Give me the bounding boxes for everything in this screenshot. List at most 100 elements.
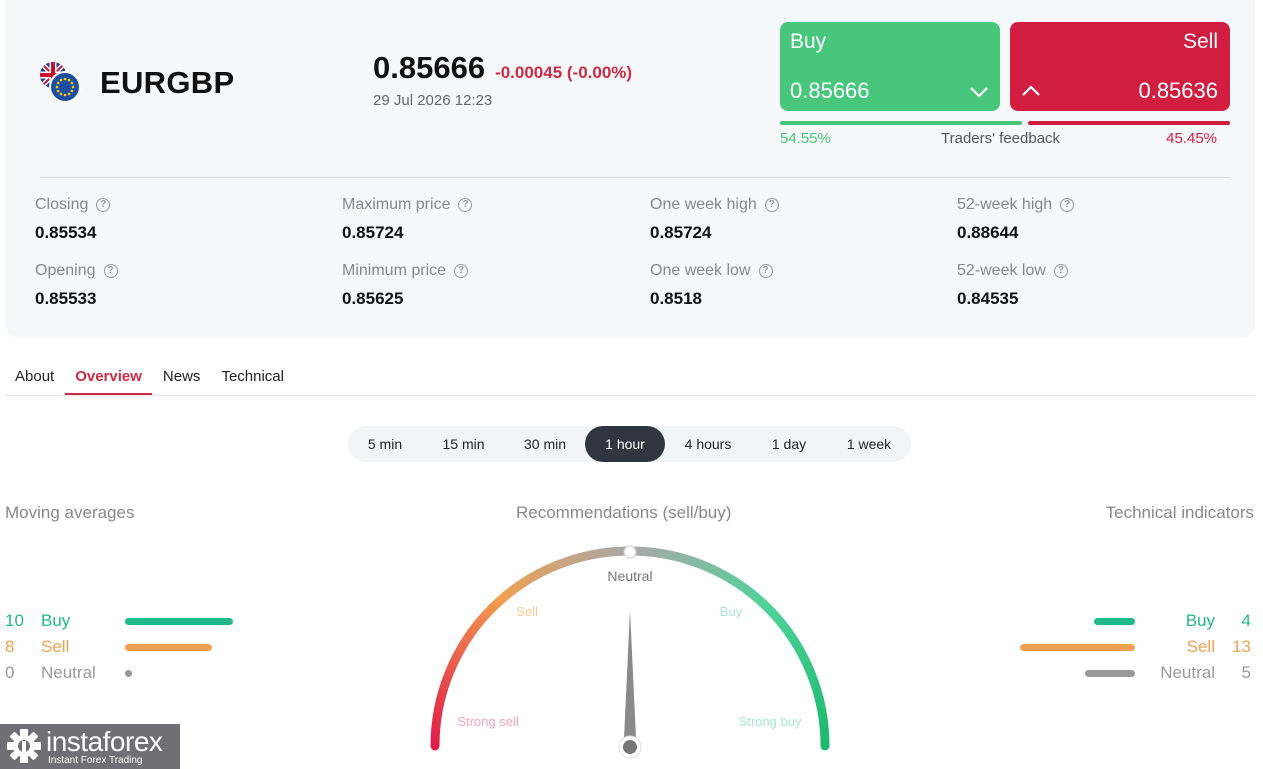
buy-price: 0.85666 xyxy=(790,78,870,103)
ma-buy-row: 10 Buy xyxy=(5,610,70,632)
help-icon[interactable]: ? xyxy=(458,198,473,212)
gauge-neutral-label: Neutral xyxy=(607,568,652,584)
help-icon[interactable]: ? xyxy=(96,198,111,212)
gauge-top-marker xyxy=(623,545,637,559)
help-icon[interactable]: ? xyxy=(454,264,469,278)
timeframe-5-min[interactable]: 5 min xyxy=(348,426,422,462)
gauge-needle xyxy=(624,610,636,738)
ma-sell-row: 8 Sell xyxy=(5,636,69,658)
gauge-sell-label: Sell xyxy=(516,604,538,619)
ma-buy-count: 10 xyxy=(5,611,24,630)
recommendations-title: Recommendations (sell/buy) xyxy=(516,503,732,522)
instrument-header: EURGBP xyxy=(40,62,234,104)
ti-neutral-label: Neutral xyxy=(1160,663,1215,682)
stat-label: 52-week high xyxy=(957,196,1053,213)
timeframe-1-hour[interactable]: 1 hour xyxy=(585,426,665,462)
price-timestamp: 29 Jul 2026 12:23 xyxy=(373,92,493,109)
ma-neutral-bar xyxy=(125,670,132,677)
stat-value: 0.8518 xyxy=(650,289,702,308)
sell-button-label: Sell xyxy=(1182,30,1218,53)
price-change: -0.00045 (-0.00%) xyxy=(495,63,633,82)
stat-value: 0.85625 xyxy=(342,289,404,308)
feedback-sell-percent: 45.45% xyxy=(1166,130,1217,147)
divider xyxy=(40,177,1230,178)
stat-one-week-high: One week high? 0.85724 xyxy=(650,196,779,243)
buy-button-label: Buy xyxy=(790,30,827,53)
ti-buy-label: Buy xyxy=(1185,611,1215,630)
logo-tagline: Instant Forex Trading xyxy=(48,755,143,766)
timeframe-selector: 5 min 15 min 30 min 1 hour 4 hours 1 day… xyxy=(348,426,911,462)
tab-about[interactable]: About xyxy=(5,358,64,395)
tab-overview[interactable]: Overview xyxy=(65,358,152,395)
ma-neutral-label: Neutral xyxy=(41,663,96,682)
instrument-symbol: EURGBP xyxy=(100,65,235,100)
stat-value: 0.85724 xyxy=(650,223,712,242)
stat-one-week-low: One week low? 0.8518 xyxy=(650,262,773,309)
eu-flag-icon xyxy=(49,71,81,103)
feedback-label: Traders' feedback xyxy=(941,130,1061,147)
page-tabs: About Overview News Technical xyxy=(5,358,1255,396)
moving-averages-title: Moving averages xyxy=(5,503,135,522)
timeframe-15-min[interactable]: 15 min xyxy=(422,426,505,462)
ti-sell-bar xyxy=(1020,644,1135,651)
stat-label: 52-week low xyxy=(957,262,1046,279)
ma-neutral-row: 0 Neutral xyxy=(5,662,96,684)
tab-technical[interactable]: Technical xyxy=(211,358,294,395)
current-price: 0.85666 xyxy=(373,50,486,85)
timeframe-1-day[interactable]: 1 day xyxy=(751,426,827,462)
stat-52-week-high: 52-week high? 0.88644 xyxy=(957,196,1075,243)
stat-52-week-low: 52-week low? 0.84535 xyxy=(957,262,1068,309)
ma-sell-count: 8 xyxy=(5,637,15,656)
stat-label: One week high xyxy=(650,196,757,213)
help-icon[interactable]: ? xyxy=(103,264,118,278)
stat-value: 0.85534 xyxy=(35,223,97,242)
timeframe-30-min[interactable]: 30 min xyxy=(505,426,585,462)
gauge-strong-sell-label: Strong sell xyxy=(457,714,519,729)
stat-label: Closing xyxy=(35,196,89,213)
ma-buy-bar xyxy=(125,618,233,625)
ti-buy-row: Buy 4 xyxy=(1186,610,1251,632)
ti-buy-bar xyxy=(1094,618,1135,625)
currency-flags-icon xyxy=(40,62,82,104)
instrument-card: EURGBP 0.85666 -0.00045 (-0.00%) 29 Jul … xyxy=(5,0,1255,338)
sell-price: 0.85636 xyxy=(1138,78,1218,103)
timeframe-4-hours[interactable]: 4 hours xyxy=(665,426,751,462)
help-icon[interactable]: ? xyxy=(764,198,779,212)
ti-sell-row: Sell 13 xyxy=(1187,636,1251,658)
feedback-buy-bar xyxy=(780,121,1022,125)
help-icon[interactable]: ? xyxy=(758,264,773,278)
ma-sell-bar xyxy=(125,644,212,651)
stat-closing: Closing? 0.85534 xyxy=(35,196,111,243)
recommendation-gauge: Neutral Sell Buy Strong sell Strong buy xyxy=(430,545,830,759)
stat-value: 0.84535 xyxy=(957,289,1019,308)
price-block: 0.85666 -0.00045 (-0.00%) 29 Jul 2026 12… xyxy=(373,50,632,109)
stat-value: 0.85533 xyxy=(35,289,97,308)
logo-name: instaforex xyxy=(46,726,163,757)
chevron-up-icon xyxy=(1022,85,1040,96)
help-icon[interactable]: ? xyxy=(1053,264,1068,278)
ti-neutral-bar xyxy=(1085,670,1135,677)
stat-label: Maximum price xyxy=(342,196,451,213)
stat-value: 0.88644 xyxy=(957,223,1019,242)
gauge-strong-buy-label: Strong buy xyxy=(739,714,802,729)
ma-buy-label: Buy xyxy=(41,611,71,630)
ma-neutral-count: 0 xyxy=(5,663,15,682)
gauge-buy-label: Buy xyxy=(720,604,743,619)
chevron-down-icon xyxy=(970,87,988,98)
timeframe-1-week[interactable]: 1 week xyxy=(827,426,911,462)
ti-sell-count: 13 xyxy=(1232,637,1251,656)
instaforex-logo[interactable]: instaforex Instant Forex Trading xyxy=(0,724,180,769)
stat-opening: Opening? 0.85533 xyxy=(35,262,118,309)
stat-maximum-price: Maximum price? 0.85724 xyxy=(342,196,473,243)
stat-value: 0.85724 xyxy=(342,223,404,242)
sell-button[interactable]: Sell 0.85636 xyxy=(1010,22,1230,111)
buy-button[interactable]: Buy 0.85666 xyxy=(780,22,1000,111)
help-icon[interactable]: ? xyxy=(1060,198,1075,212)
ti-sell-label: Sell xyxy=(1186,637,1215,656)
stat-label: One week low xyxy=(650,262,751,279)
technical-indicators-title: Technical indicators xyxy=(1105,503,1254,522)
stat-label: Minimum price xyxy=(342,262,447,279)
tab-news[interactable]: News xyxy=(153,358,211,395)
ma-sell-label: Sell xyxy=(41,637,70,656)
feedback-sell-bar xyxy=(1028,121,1230,125)
